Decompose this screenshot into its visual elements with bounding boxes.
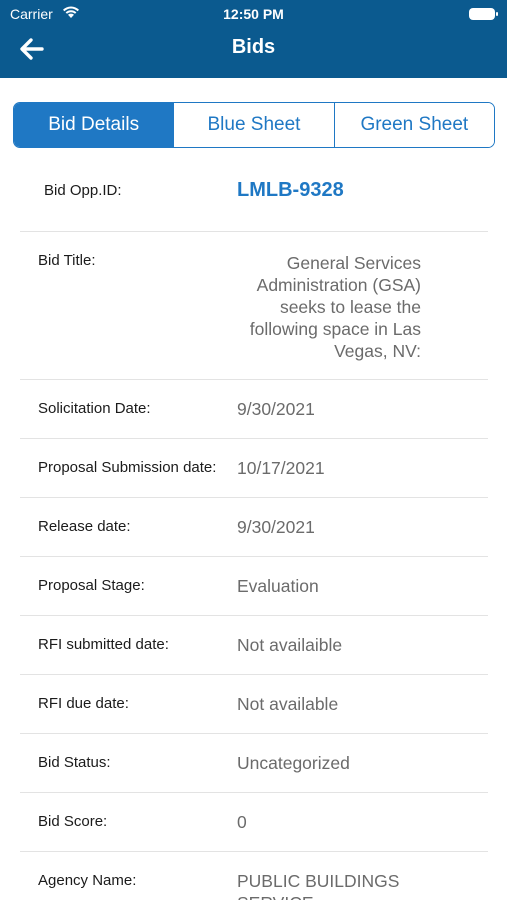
solicitation-date-value: 9/30/2021: [237, 399, 315, 419]
tab-green-sheet[interactable]: Green Sheet: [334, 103, 494, 147]
detail-row-proposal-submission-date: Proposal Submission date: 10/17/2021: [20, 439, 488, 498]
detail-label: Bid Status:: [38, 754, 111, 771]
detail-label: Bid Opp.ID:: [44, 182, 122, 199]
proposal-stage-value: Evaluation: [237, 576, 319, 596]
detail-row-rfi-due-date: RFI due date: Not available: [20, 675, 488, 734]
page-title: Bids: [231, 36, 276, 58]
nav-bar: Bids: [0, 28, 507, 78]
detail-row-rfi-submitted-date: RFI submitted date: Not availaible: [20, 616, 488, 675]
detail-label: Solicitation Date:: [38, 400, 151, 417]
detail-row-bid-title: Bid Title: General Services Administrati…: [20, 232, 488, 380]
detail-label: RFI due date:: [38, 695, 129, 712]
detail-row-bid-status: Bid Status: Uncategorized: [20, 734, 488, 793]
rfi-submitted-date-value: Not availaible: [237, 635, 343, 655]
tab-blue-sheet[interactable]: Blue Sheet: [174, 103, 335, 147]
detail-row-bid-opp-id: Bid Opp.ID: LMLB-9328: [20, 152, 488, 232]
bid-status-value: Uncategorized: [237, 753, 350, 773]
detail-row-release-date: Release date: 9/30/2021: [20, 498, 488, 557]
agency-name-value: PUBLIC BUILDINGS SERVICE: [237, 871, 400, 900]
detail-label: Bid Title:: [38, 252, 96, 269]
status-bar: Carrier 12:50 PM: [0, 0, 507, 28]
rfi-due-date-value: Not available: [237, 694, 339, 714]
detail-label: Agency Name:: [38, 872, 137, 889]
detail-label: Bid Score:: [38, 813, 108, 830]
bid-score-value: 0: [237, 812, 247, 832]
tab-bar: Bid Details Blue Sheet Green Sheet: [13, 102, 495, 148]
tab-bid-details[interactable]: Bid Details: [14, 103, 175, 147]
battery-icon: [469, 8, 498, 20]
proposal-submission-date-value: 10/17/2021: [237, 458, 325, 478]
release-date-value: 9/30/2021: [237, 517, 315, 537]
detail-label: Proposal Submission date:: [38, 459, 217, 476]
bid-opp-id-value: LMLB-9328: [237, 179, 344, 201]
bid-details-list: Bid Opp.ID: LMLB-9328 Bid Title: General…: [0, 152, 507, 900]
detail-label: RFI submitted date:: [38, 636, 169, 653]
clock-time: 12:50 PM: [223, 6, 284, 22]
detail-label: Release date:: [38, 518, 131, 535]
top-bar: Carrier 12:50 PM Bids: [0, 0, 507, 78]
bid-title-value: General Services Administration (GSA) se…: [249, 253, 421, 361]
detail-label: Proposal Stage:: [38, 577, 145, 594]
detail-row-agency-name: Agency Name: PUBLIC BUILDINGS SERVICE: [20, 852, 488, 900]
detail-row-bid-score: Bid Score: 0: [20, 793, 488, 852]
detail-row-proposal-stage: Proposal Stage: Evaluation: [20, 557, 488, 616]
detail-row-solicitation-date: Solicitation Date: 9/30/2021: [20, 380, 488, 439]
